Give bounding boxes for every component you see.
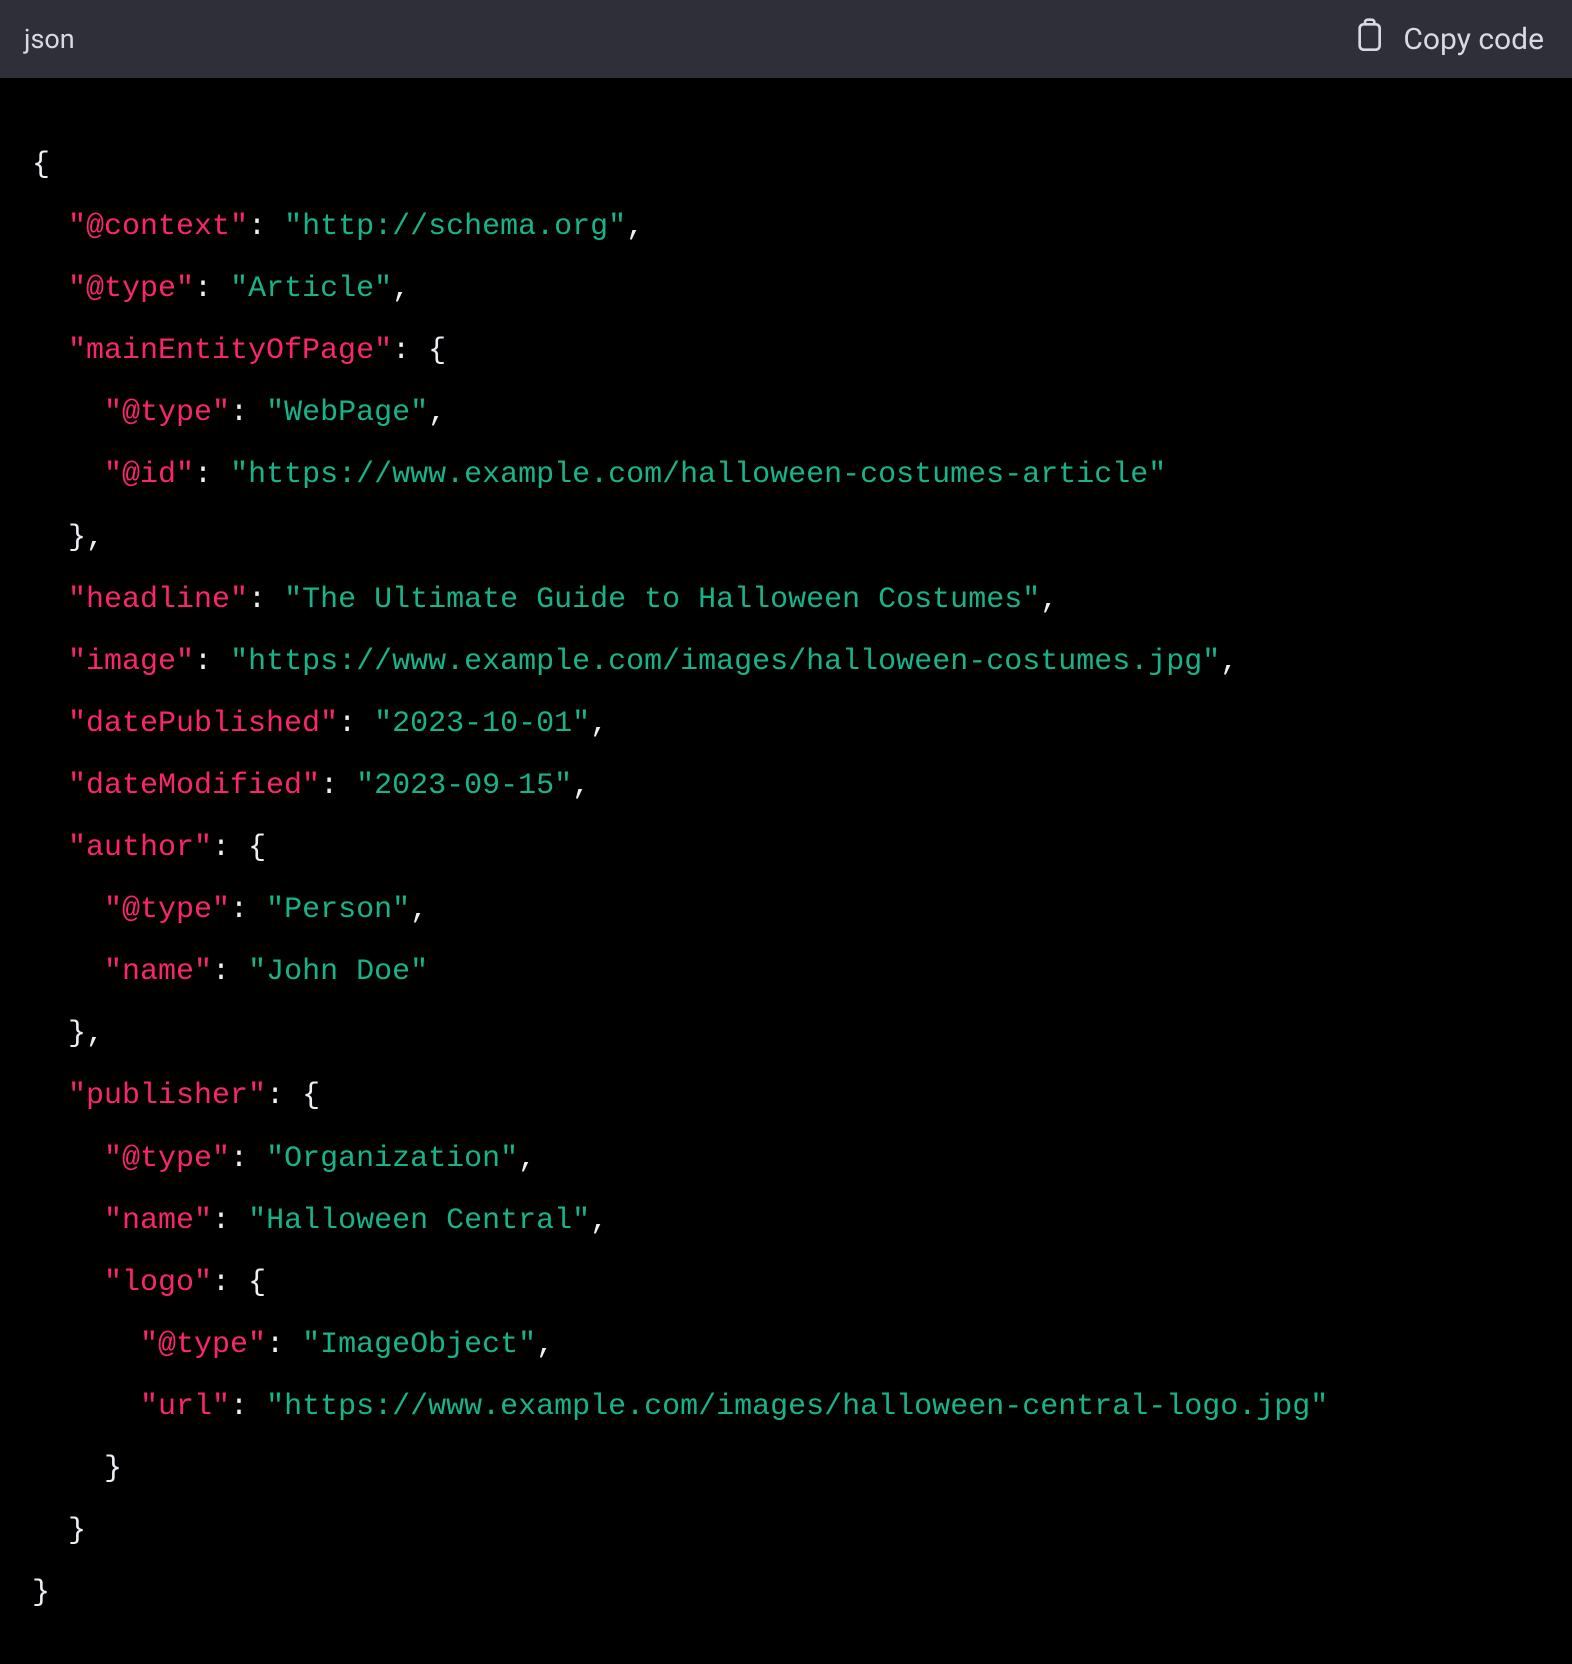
clipboard-icon (1353, 16, 1385, 62)
code-content: { "@context": "http://schema.org", "@typ… (0, 78, 1572, 1664)
language-label: json (24, 23, 75, 55)
code-block-header: json Copy code (0, 0, 1572, 78)
copy-code-label: Copy code (1403, 22, 1544, 57)
copy-code-button[interactable]: Copy code (1353, 16, 1544, 62)
